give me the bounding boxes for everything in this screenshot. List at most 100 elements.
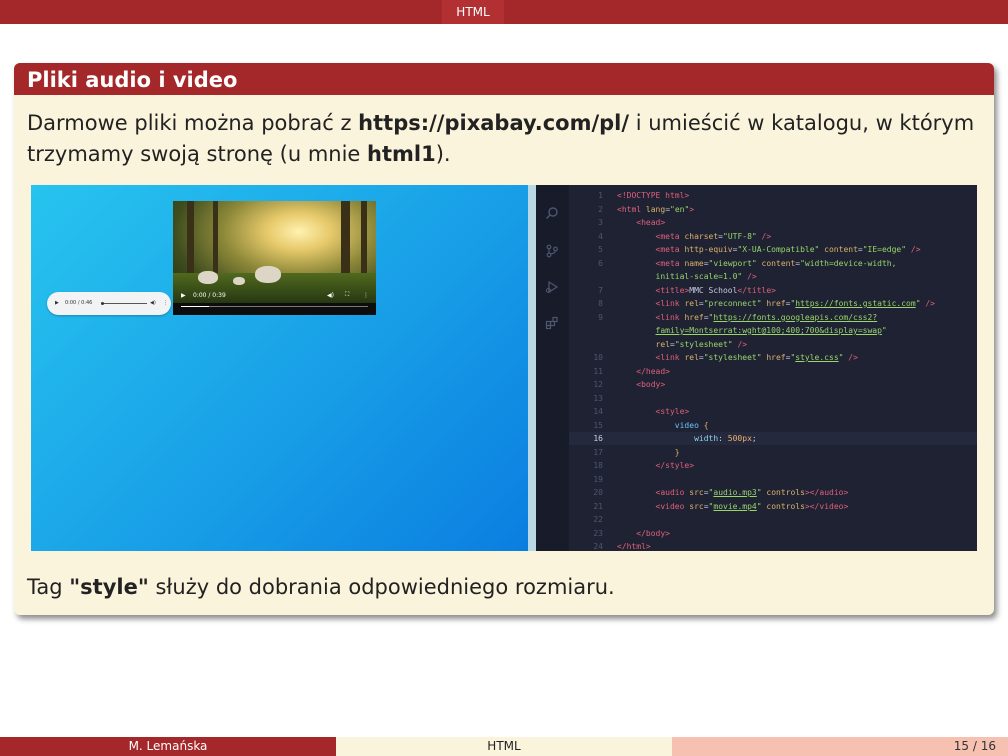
code-line: 10 <link rel="stylesheet" href="style.cs… [569,351,977,364]
code-text: <style> [655,407,690,416]
line-number: 18 [593,461,603,470]
caption-text-2: służy do dobrania odpowiedniego rozmiaru… [148,575,615,599]
footer-page-number: 15 / 16 [953,739,996,753]
line-number: 14 [593,407,603,416]
code-line: 8 <link rel="preconnect" href="https://f… [569,297,977,310]
sheep-figure [255,266,281,283]
code-line: family=Montserrat:wght@100;400;700&displ… [569,324,977,337]
line-number: 21 [593,501,603,511]
code-line: 17 } [569,446,977,459]
code-text: width: 500px; [694,434,757,443]
code-text: initial-scale=1.0" /> [655,272,757,281]
code-line: 7 <title>MMC School</title> [569,284,977,297]
caption-paragraph: Tag "style" służy do dobrania odpowiedni… [27,573,615,601]
code-text: <video src="movie.mp4" controls></video> [655,501,849,511]
line-number: 20 [593,488,603,497]
code-editor: 1 <!DOCTYPE html> 2 <html lang="en"> 3 <head… [536,185,977,551]
code-text: family=Montserrat:wght@100;400;700&displ… [655,326,887,335]
line-number: 22 [593,515,603,524]
code-line: rel="stylesheet" /> [569,338,977,351]
code-text: <body> [636,380,666,389]
line-number: 24 [593,542,603,551]
code-text: rel="stylesheet" /> [655,339,748,349]
video-time: 0:00 / 0:39 [193,292,226,299]
audio-scrubber[interactable] [101,302,104,305]
code-line: 15 video { [569,419,977,432]
line-number: 6 [598,258,603,268]
video-more-icon[interactable]: ⋮ [363,292,369,299]
code-text: </head> [636,366,670,376]
code-text: </style> [655,461,695,470]
line-number: 4 [598,231,603,241]
code-line: 23 </body> [569,527,977,540]
code-text: <link rel="preconnect" href="https://fon… [655,299,935,308]
code-line: 11 </head> [569,365,977,378]
code-line: 16 width: 500px; [569,432,977,445]
intro-text-1: Darmowe pliki można pobrać z [27,111,359,135]
section-tab[interactable]: HTML [442,0,504,24]
line-number: 2 [598,204,603,214]
video-play-icon[interactable]: ▶ [181,292,186,299]
sheep-figure [233,277,245,285]
code-text: </html> [617,542,651,551]
line-number: 1 [598,191,603,200]
play-icon[interactable]: ▶ [55,300,59,306]
line-number: 7 [598,285,603,295]
line-number: 12 [593,380,603,389]
line-number: 17 [593,447,603,457]
browser-preview: ▶ 0:00 / 0:46 ◀) ⋮ ▶ 0:00 / 0:39 ◀) ⛶ ⋮ [31,185,528,551]
video-player[interactable]: ▶ 0:00 / 0:39 ◀) ⛶ ⋮ [173,201,376,315]
code-line: 1 <!DOCTYPE html> [569,189,977,202]
audio-progress[interactable] [102,303,147,304]
code-text: } [674,447,680,457]
code-area[interactable]: 1 <!DOCTYPE html> 2 <html lang="en"> 3 <head… [536,185,977,551]
code-text: <link href="https://fonts.googleapis.com… [655,312,878,322]
video-frame [173,201,376,303]
line-number: 23 [593,528,603,538]
folder-name: html1 [367,142,436,166]
footer-author: M. Lemańska [0,737,336,756]
code-line: 4 <meta charset="UTF-8" /> [569,230,977,243]
code-line: 3 <head> [569,216,977,229]
fullscreen-icon[interactable]: ⛶ [345,291,349,299]
code-line: 9 <link href="https://fonts.googleapis.c… [569,311,977,324]
screen-divider [528,185,536,551]
code-text: <title>MMC School</title> [655,285,776,295]
pixabay-url: https://pixabay.com/pl/ [358,111,630,135]
volume-icon[interactable]: ◀) [150,300,156,306]
intro-text-3: ). [435,142,451,166]
code-line: 19 [569,473,977,486]
code-text: <html lang="en"> [617,204,695,214]
style-tag: "style" [69,575,149,599]
code-line: 5 <meta http-equiv="X-UA-Compatible" con… [569,243,977,256]
code-line: 2 <html lang="en"> [569,203,977,216]
code-line: 12 <body> [569,378,977,391]
block-title: Pliki audio i video [14,63,994,95]
code-line: initial-scale=1.0" /> [569,270,977,283]
screenshot-image: ▶ 0:00 / 0:46 ◀) ⋮ ▶ 0:00 / 0:39 ◀) ⛶ ⋮ … [31,185,977,551]
code-line: 13 [569,392,977,405]
code-text: </body> [636,528,670,538]
code-text: <audio src="audio.mp3" controls></audio> [655,488,849,497]
code-text: <!DOCTYPE html> [617,191,690,200]
audio-player[interactable]: ▶ 0:00 / 0:46 ◀) ⋮ [47,292,171,315]
code-text: <meta http-equiv="X-UA-Compatible" conte… [655,245,921,254]
footer-title: HTML [336,737,672,756]
footer-page-box: 15 / 16 [672,737,1008,756]
code-text: <link rel="stylesheet" href="style.css" … [655,353,858,362]
more-icon[interactable]: ⋮ [163,300,168,306]
code-line: 22 [569,513,977,526]
line-number: 10 [593,353,603,362]
code-text: <meta name="viewport" content="width=dev… [655,258,897,268]
line-number: 8 [598,299,603,308]
line-number: 13 [593,393,603,403]
video-volume-icon[interactable]: ◀) [327,292,334,299]
line-number: 5 [598,245,603,254]
line-number: 16 [593,434,603,443]
top-navigation-bar: HTML [0,0,1008,24]
code-line: 24 </html> [569,540,977,553]
line-number: 15 [593,420,603,430]
video-progress[interactable] [181,306,368,307]
code-line: 21 <video src="movie.mp4" controls></vid… [569,500,977,513]
line-number: 11 [593,366,603,376]
